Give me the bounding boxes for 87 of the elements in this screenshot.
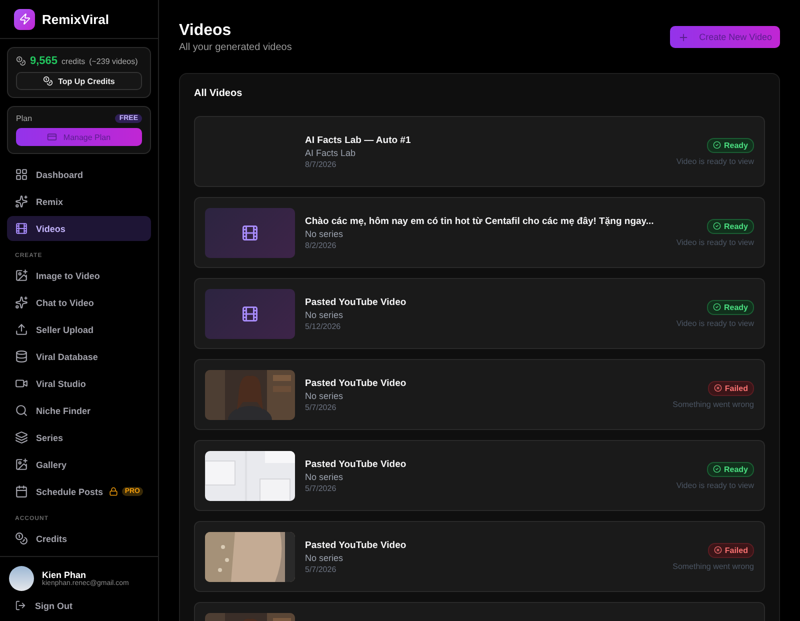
video-title: Pasted YouTube Video [305,540,408,550]
nav-item[interactable]: Chat to Video [7,290,151,315]
brand-name: RemixViral [42,12,109,26]
status-note: Something went wrong [672,562,754,570]
image-icon [15,269,28,282]
sparkles-icon [15,195,28,208]
video-title: Pasted YouTube Video [305,296,408,308]
credit-note: (~239 videos) [89,56,138,66]
status-badge: Ready [706,462,754,476]
sparkles-icon [15,296,28,309]
status-badge: Ready [706,138,754,152]
video-date: 8/2/2026 [305,240,338,250]
nav-item[interactable]: Credits [7,526,151,551]
video-series: No series [305,472,344,482]
video-title: Chào các mẹ, hôm nay em có tin hot từ Centafil cho các mẹ đây! Tặng ngay... [305,216,655,226]
check-icon [712,303,721,311]
video-row[interactable]: AI Facts Lab — Auto #1 AI Facts Lab 8/7/2026 Ready Video is ready to view [194,116,765,187]
nav-item[interactable]: Viral Database [7,344,151,369]
error-icon [714,384,722,392]
video-series: No series [305,228,344,238]
credit-label: credits [62,56,86,66]
nav-item[interactable]: Image to Video [7,263,151,288]
sign-out-icon [15,600,26,611]
dashboard-icon [15,168,28,181]
search-icon [15,404,28,417]
upload-icon [15,323,28,336]
video-row[interactable]: Pasted YouTube Video No series 5/7/2026 Failed Something went wrong [194,521,765,592]
credit-amount: 9,565 [30,55,58,67]
nav-item[interactable]: Seller Upload [7,317,151,342]
film-icon [15,222,28,235]
video-title: Pasted YouTube Video [305,458,408,470]
nav-item[interactable]: Niche Finder [7,398,151,423]
video-row[interactable]: Pasted YouTube Video No series 5/12/2026 Ready Video is ready to view [194,278,765,349]
image-icon [15,458,28,471]
status-badge: Failed [708,380,754,396]
status-badge: Ready [706,218,754,234]
database-icon [15,350,28,363]
logo-icon [14,8,35,30]
user-name: Kien Phan [42,570,86,580]
video-date: 8/7/2026 [305,160,338,168]
status-note: Video is ready to view [676,156,754,166]
check-icon [712,141,721,149]
plan-label: Plan [16,114,32,123]
video-series: No series [305,310,344,320]
status-badge: Failed [708,542,754,558]
check-icon [712,222,721,230]
video-date: 5/7/2026 [305,402,338,412]
nav-item[interactable]: Series [7,425,151,450]
nav-item[interactable]: Videos [7,216,151,241]
film-icon [241,224,259,242]
video-row[interactable]: Pasted YouTube Video No series 5/7/2026 Failed Something went wrong [194,359,765,430]
panel-title: All Videos [194,88,244,99]
page-subtitle: All your generated videos [179,42,292,53]
video-date: 5/7/2026 [305,564,338,574]
status-note: Something went wrong [672,400,754,408]
video-series: No series [305,390,344,400]
status-badge: Ready [706,300,754,314]
status-note: Video is ready to view [676,318,754,328]
plus-icon [678,32,690,42]
video-row[interactable]: Pasted YouTube Video No series 5/7/2026 Ready Video is ready to view [194,440,765,511]
avatar [9,566,34,591]
nav-item[interactable]: Remix [7,189,151,214]
nav-item[interactable]: Viral Studio [7,371,151,396]
coins-icon [43,76,54,86]
video-title: Pasted YouTube Video [305,378,408,388]
video-camera-icon [15,377,28,390]
video-date: 5/7/2026 [305,484,338,492]
nav-item[interactable]: Gallery [7,452,151,477]
layers-icon [15,431,28,444]
nav-item[interactable]: Dashboard [7,162,151,187]
top-up-button[interactable]: Top Up Credits [16,72,142,90]
page-title: Videos [179,22,232,40]
status-note: Video is ready to view [676,480,754,490]
calendar-icon [15,485,28,498]
card-icon [47,132,58,142]
sign-out-button[interactable]: Sign Out [9,600,78,611]
video-series: No series [305,552,344,562]
coins-icon [15,532,28,545]
video-title: AI Facts Lab — Auto #1 [305,134,412,146]
coins-icon [16,56,26,66]
video-row[interactable]: Chào các mẹ, hôm nay em có tin hot từ Centafil cho các mẹ đây! Tặng ngay... No series 8/2/2026 Ready Video is ready to view [194,197,765,268]
video-series: AI Facts Lab [305,148,357,158]
check-icon [712,465,721,473]
film-icon [241,304,259,322]
video-date: 5/12/2026 [305,322,342,330]
error-icon [714,546,722,554]
status-note: Video is ready to view [676,238,754,246]
